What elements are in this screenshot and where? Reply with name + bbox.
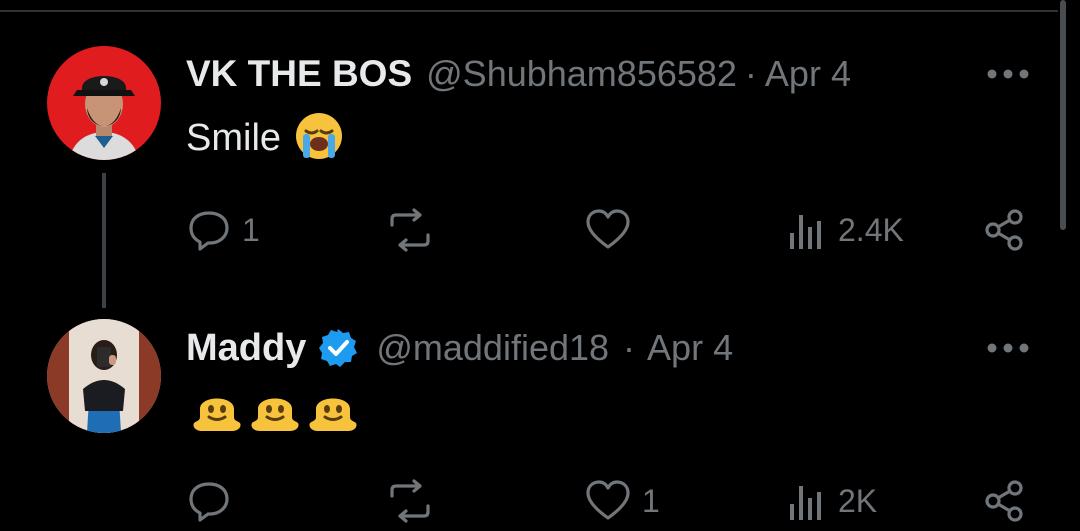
views-icon xyxy=(788,478,828,524)
tweet-actions: 1 2K xyxy=(186,471,1036,531)
views-button[interactable]: 2.4K xyxy=(788,200,904,260)
reply-button[interactable] xyxy=(186,471,242,531)
verified-badge-icon xyxy=(316,326,360,370)
melting-face-icon xyxy=(190,385,244,442)
user-handle[interactable]: @Shubham856582 xyxy=(426,53,737,95)
like-count: 1 xyxy=(642,482,660,519)
views-count: 2.4K xyxy=(838,211,904,248)
retweet-button[interactable] xyxy=(384,471,446,531)
share-button[interactable] xyxy=(982,200,1028,260)
like-button[interactable]: 1 xyxy=(584,471,660,531)
timestamp[interactable]: Apr 4 xyxy=(765,53,851,95)
views-icon xyxy=(788,207,828,253)
heart-icon xyxy=(584,207,632,253)
reply-button[interactable]: 1 xyxy=(186,200,260,260)
share-icon xyxy=(982,478,1028,524)
display-name[interactable]: VK THE BOS xyxy=(186,53,412,95)
views-button[interactable]: 2K xyxy=(788,471,877,531)
loudly-crying-face-icon xyxy=(293,110,345,167)
views-count: 2K xyxy=(838,482,878,519)
more-options-icon[interactable] xyxy=(986,334,1030,367)
tweet-actions: 1 2.4K xyxy=(186,200,1036,260)
retweet-icon xyxy=(384,207,436,253)
separator-dot: · xyxy=(744,53,757,94)
share-button[interactable] xyxy=(982,471,1028,531)
tweet-text-content: Smile xyxy=(186,116,282,159)
retweet-icon xyxy=(384,478,436,524)
tweet-header: VK THE BOS @Shubham856582 · Apr 4 xyxy=(186,46,1030,102)
tweet-header: Maddy @maddified18 · Apr 4 xyxy=(186,320,1030,376)
retweet-button[interactable] xyxy=(384,200,446,260)
separator-dot: · xyxy=(623,327,636,368)
melting-face-icon xyxy=(306,385,360,442)
reply-icon xyxy=(186,207,232,253)
tweet-text: Smile xyxy=(186,112,345,164)
share-icon xyxy=(982,207,1028,253)
top-divider xyxy=(0,10,1058,12)
tweet-text xyxy=(186,386,360,440)
user-handle[interactable]: @maddified18 xyxy=(376,327,609,369)
scrollbar[interactable] xyxy=(1060,0,1066,230)
melting-face-icon xyxy=(248,385,302,442)
thread-connector-line xyxy=(102,173,106,308)
reply-icon xyxy=(186,478,232,524)
timestamp[interactable]: Apr 4 xyxy=(647,327,733,369)
like-button[interactable] xyxy=(584,200,642,260)
avatar[interactable] xyxy=(47,46,161,160)
avatar[interactable] xyxy=(47,319,161,433)
more-options-icon[interactable] xyxy=(986,60,1030,93)
display-name[interactable]: Maddy xyxy=(186,327,306,370)
heart-icon xyxy=(584,478,632,524)
reply-count: 1 xyxy=(242,211,260,248)
